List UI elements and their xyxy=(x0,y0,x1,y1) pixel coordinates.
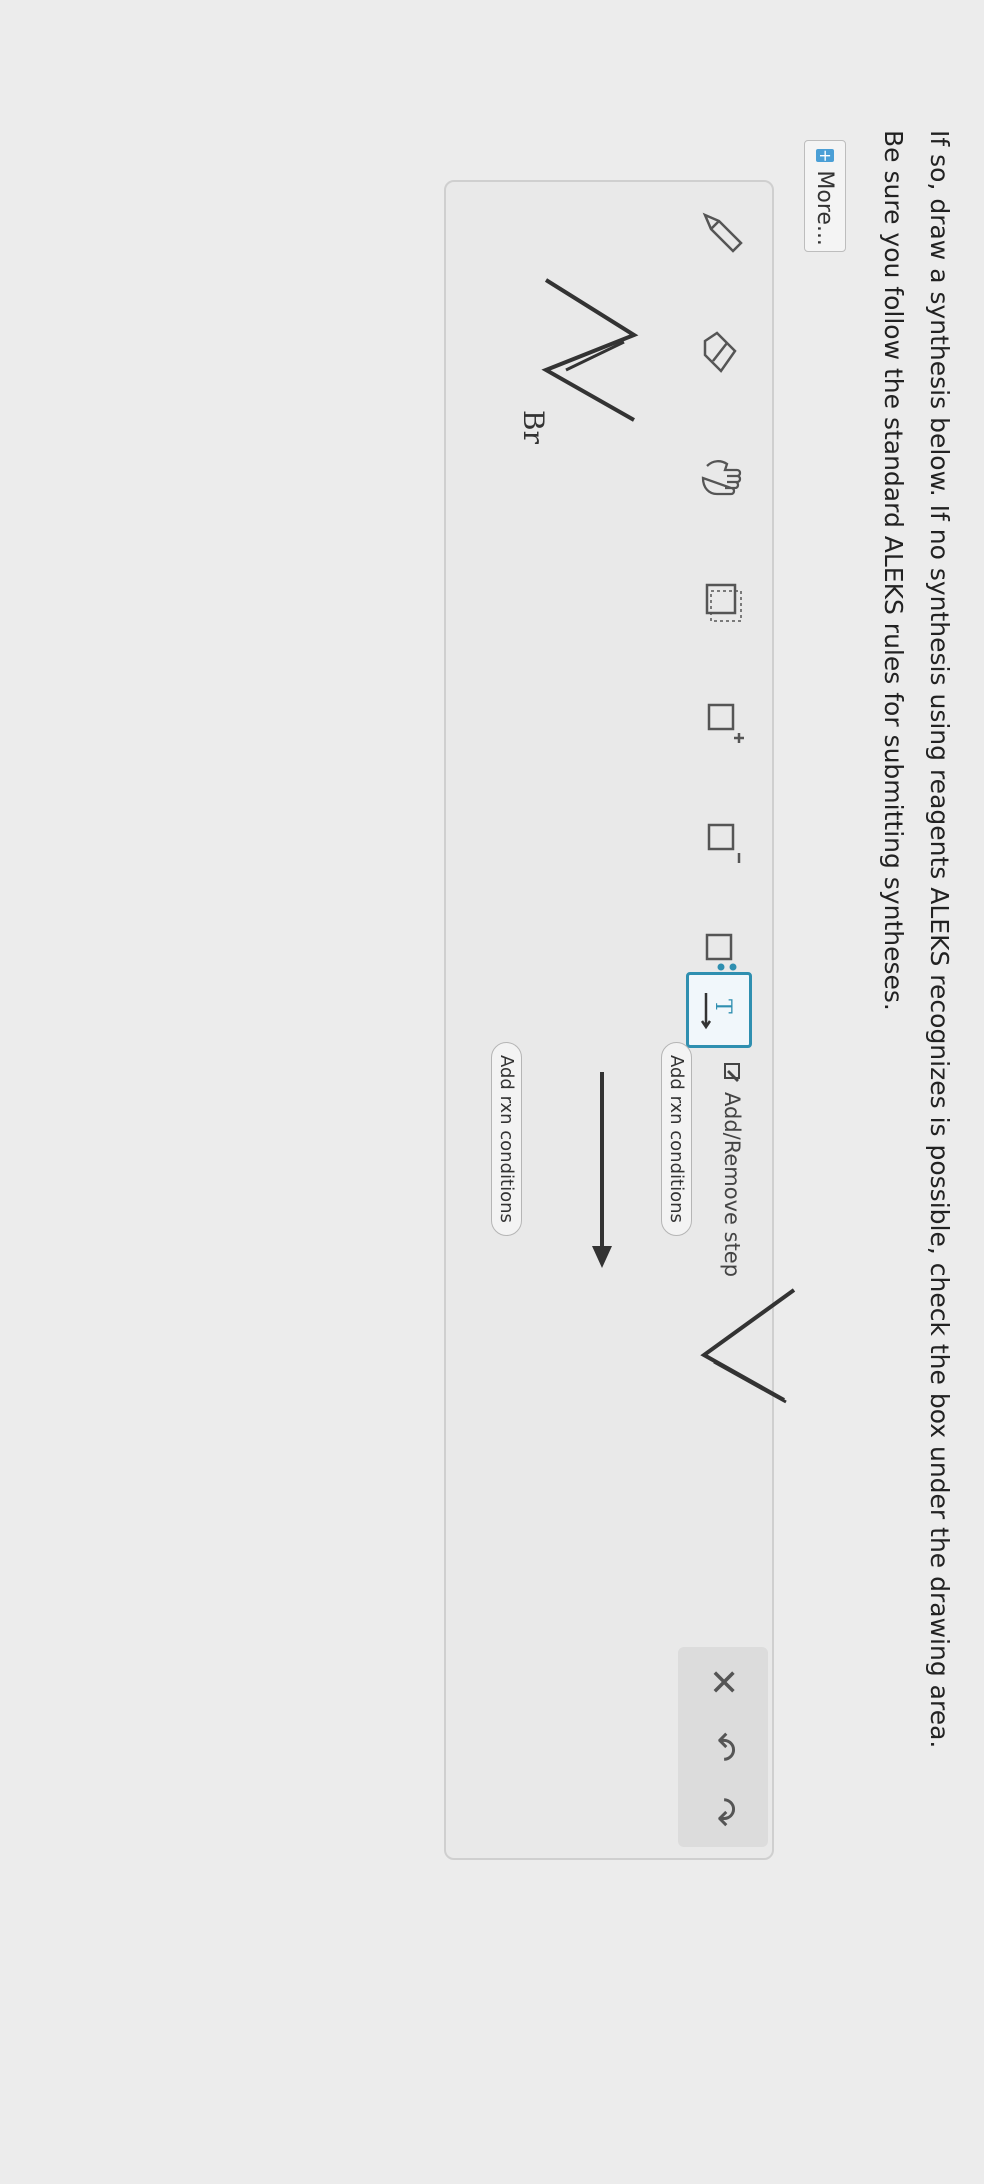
positive-charge-icon[interactable] xyxy=(692,692,752,752)
instruction-line-2: Be sure you follow the standard ALEKS ru… xyxy=(879,130,908,1011)
edit-icon xyxy=(724,1063,740,1082)
pencil-icon[interactable] xyxy=(692,202,752,262)
add-remove-step-label: Add/Remove step xyxy=(720,1092,744,1278)
starting-material-structure: Br xyxy=(517,278,639,445)
reaction-arrow xyxy=(592,1072,612,1268)
close-icon[interactable]: ✕ xyxy=(698,1657,748,1707)
hand-icon[interactable] xyxy=(692,447,752,507)
undo-icon[interactable]: ↶ xyxy=(698,1722,748,1772)
redo-icon[interactable]: ↷ xyxy=(698,1787,748,1837)
svg-text:T: T xyxy=(710,999,735,1014)
add-rxn-conditions-bottom[interactable]: Add rxn conditions xyxy=(491,1042,522,1236)
negative-charge-icon[interactable] xyxy=(692,812,752,872)
instruction-line-1: If so, draw a synthesis below. If no syn… xyxy=(925,130,954,1749)
selection-box-icon[interactable] xyxy=(692,572,752,632)
add-rxn-conditions-top[interactable]: Add rxn conditions xyxy=(661,1042,692,1236)
more-button[interactable]: + More... xyxy=(804,140,846,252)
aleks-page: If so, draw a synthesis below. If no syn… xyxy=(0,0,984,2184)
bromine-label: Br xyxy=(517,410,550,445)
plus-icon: + xyxy=(816,149,835,163)
product-structure xyxy=(700,1288,796,1404)
text-tool-icon[interactable]: T xyxy=(686,972,752,1048)
edit-toolbar: ✕ ↶ ↷ xyxy=(678,1647,768,1847)
more-button-label: More... xyxy=(812,170,838,246)
add-remove-step-button[interactable]: Add/Remove step xyxy=(720,1062,744,1277)
eraser-icon[interactable] xyxy=(692,322,752,382)
